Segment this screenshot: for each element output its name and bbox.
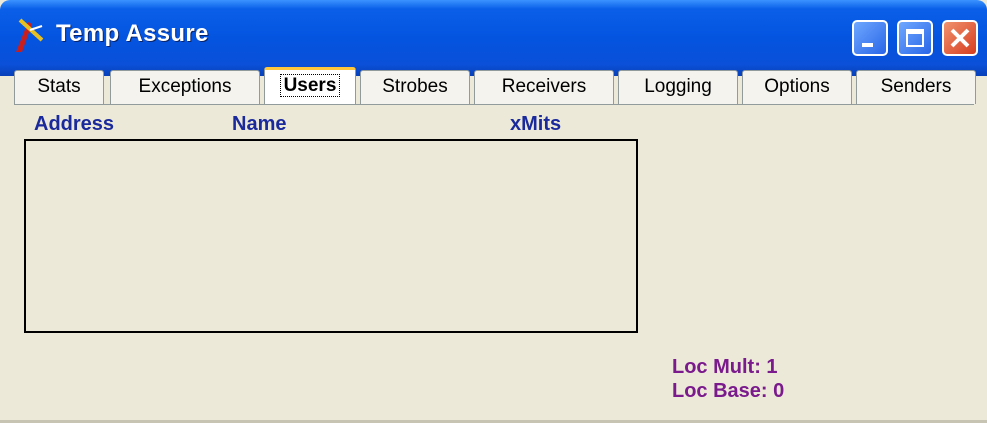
minimize-button[interactable]: [852, 20, 888, 56]
tab-options[interactable]: Options: [742, 70, 852, 104]
maximize-icon: [906, 29, 924, 47]
loc-mult-label: Loc Mult: 1: [672, 356, 778, 378]
tab-receivers[interactable]: Receivers: [474, 70, 614, 104]
loc-base-label: Loc Base: 0: [672, 380, 785, 402]
tab-logging[interactable]: Logging: [618, 70, 738, 104]
tab-strobes[interactable]: Strobes: [360, 70, 470, 104]
column-header-name: Name: [232, 113, 287, 135]
tab-exceptions[interactable]: Exceptions: [110, 70, 260, 104]
maximize-button[interactable]: [897, 20, 933, 56]
app-window: Temp Assure Stats Exceptions Users Strob…: [0, 0, 987, 423]
tab-panel-border: [14, 104, 974, 105]
minimize-icon: [862, 43, 873, 47]
column-header-xmits: xMits: [510, 113, 562, 135]
window-title: Temp Assure: [56, 20, 209, 47]
tab-stats[interactable]: Stats: [14, 70, 104, 104]
close-icon: [950, 28, 970, 48]
column-header-address: Address: [34, 113, 115, 135]
app-icon: [16, 18, 44, 52]
tab-users[interactable]: Users: [264, 67, 356, 105]
title-bar[interactable]: Temp Assure: [0, 0, 987, 76]
tab-senders[interactable]: Senders: [856, 70, 976, 104]
close-button[interactable]: [942, 20, 978, 56]
users-list[interactable]: [24, 139, 638, 333]
